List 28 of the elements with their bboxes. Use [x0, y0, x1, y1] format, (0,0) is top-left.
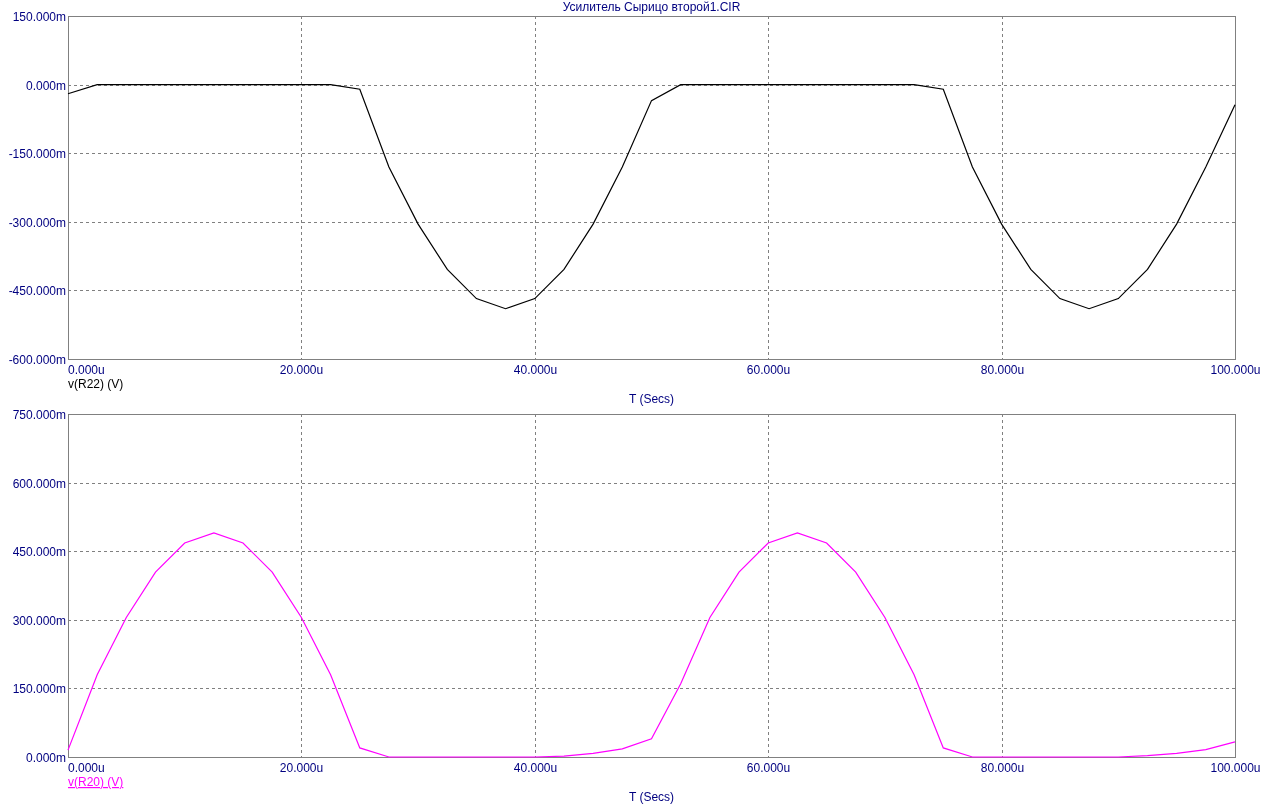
axis-tick-label: 750.000m	[12, 407, 66, 422]
axis-tick-label: 80.000u	[980, 761, 1025, 775]
axis-tick-label: -600.000m	[8, 352, 66, 367]
axis-label: T (Secs)	[628, 790, 675, 804]
axis-tick-label: -450.000m	[8, 283, 66, 298]
plot-title: Усилитель Сырицо второй1.CIR	[562, 0, 741, 14]
axis-tick-label: 450.000m	[12, 544, 66, 559]
axis-tick-label: 20.000u	[279, 761, 324, 775]
axis-tick-label: 80.000u	[980, 363, 1025, 377]
axis-tick-label: 60.000u	[746, 363, 791, 377]
axis-tick-label: 600.000m	[12, 476, 66, 491]
axis-tick-label: 40.000u	[513, 363, 558, 377]
axis-tick-label: 300.000m	[12, 613, 66, 628]
axis-tick-label: 150.000m	[12, 681, 66, 696]
axis-tick-label: 100.000u	[1210, 761, 1261, 775]
axis-tick-label: 60.000u	[746, 761, 791, 775]
axis-tick-label: 100.000u	[1210, 363, 1261, 377]
axis-tick-label: 40.000u	[513, 761, 558, 775]
axis-tick-label: -150.000m	[8, 146, 66, 161]
axis-tick-label: 150.000m	[12, 9, 66, 24]
axis-tick-label: 0.000u	[68, 761, 105, 775]
axis-tick-label: 0.000m	[25, 750, 66, 765]
axis-tick-label: 0.000u	[68, 363, 105, 377]
axis-tick-label: 20.000u	[279, 363, 324, 377]
trace-label[interactable]: v(R22) (V)	[68, 377, 124, 391]
axis-tick-label: 0.000m	[25, 78, 66, 93]
axis-label: T (Secs)	[628, 392, 675, 406]
axis-tick-label: -300.000m	[8, 215, 66, 230]
